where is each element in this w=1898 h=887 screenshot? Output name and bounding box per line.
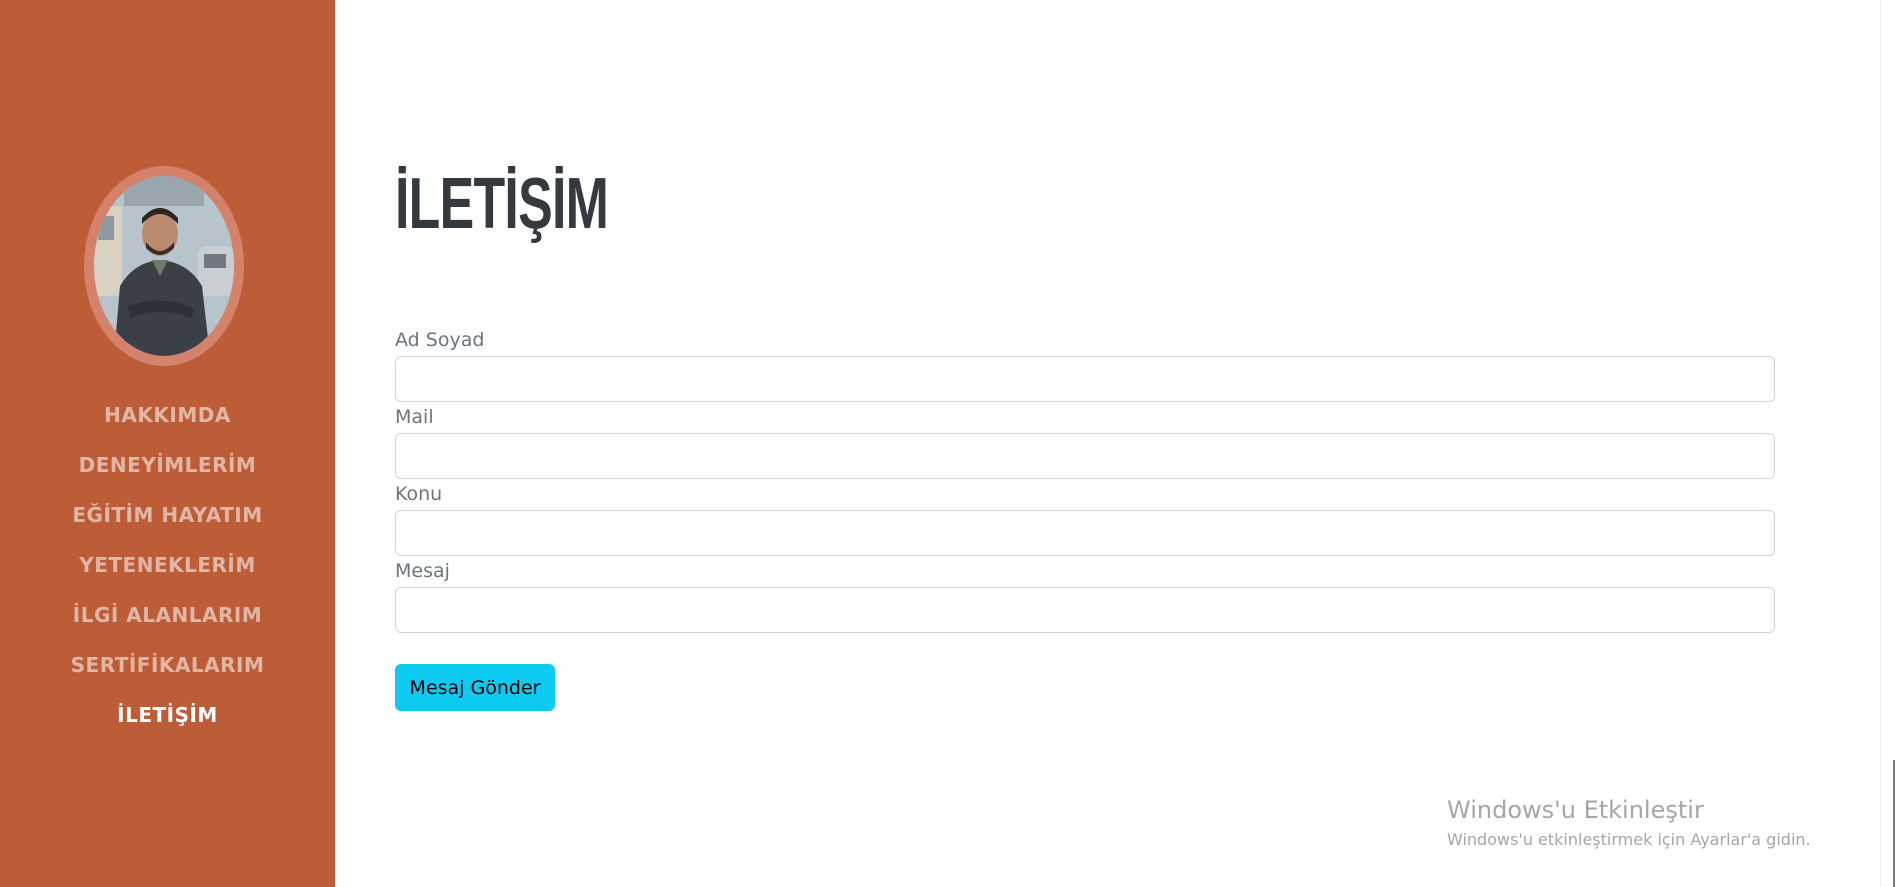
nav-link-ilgi-alanlarim[interactable]: İLGİ ALANLARIM [73, 603, 262, 627]
page-title: İLETİŞİM [395, 164, 609, 244]
name-label: Ad Soyad [395, 329, 485, 351]
send-message-button[interactable]: Mesaj Gönder [395, 664, 555, 711]
profile-photo [94, 176, 234, 356]
nav-link-iletisim[interactable]: İLETİŞİM [117, 703, 218, 727]
subject-label: Konu [395, 483, 443, 505]
nav-link-hakkimda[interactable]: HAKKIMDA [104, 403, 231, 427]
nav-link-egitim-hayatim[interactable]: EĞİTİM HAYATIM [72, 503, 262, 527]
message-field[interactable] [395, 587, 1775, 633]
sidebar: HAKKIMDA DENEYİMLERİM EĞİTİM HAYATIM YET… [0, 0, 335, 887]
windows-activation-watermark: Windows'u Etkinleştir Windows'u etkinleş… [1447, 796, 1811, 849]
name-field[interactable] [395, 356, 1775, 402]
message-label: Mesaj [395, 560, 450, 582]
nav-item-egitim-hayatim: EĞİTİM HAYATIM [0, 490, 335, 540]
mail-label: Mail [395, 406, 434, 428]
nav-link-sertifikalarim[interactable]: SERTİFİKALARIM [71, 653, 265, 677]
watermark-title: Windows'u Etkinleştir [1447, 796, 1704, 824]
nav-link-deneyimlerim[interactable]: DENEYİMLERİM [79, 453, 257, 477]
sidebar-nav: HAKKIMDA DENEYİMLERİM EĞİTİM HAYATIM YET… [0, 390, 335, 740]
nav-link-yeteneklerim[interactable]: YETENEKLERİM [79, 553, 256, 577]
avatar [94, 176, 234, 356]
watermark-subtitle: Windows'u etkinleştirmek için Ayarlar'a … [1447, 830, 1811, 849]
nav-item-ilgi-alanlarim: İLGİ ALANLARIM [0, 590, 335, 640]
nav-item-yeteneklerim: YETENEKLERİM [0, 540, 335, 590]
page-scrollbar[interactable] [1880, 0, 1898, 887]
nav-item-sertifikalarim: SERTİFİKALARIM [0, 640, 335, 690]
subject-field[interactable] [395, 510, 1775, 556]
nav-item-deneyimlerim: DENEYİMLERİM [0, 440, 335, 490]
nav-item-iletisim: İLETİŞİM [0, 690, 335, 740]
main-content: İLETİŞİM Ad Soyad Mail Konu Mesaj Mesaj … [335, 0, 1898, 887]
nav-item-hakkimda: HAKKIMDA [0, 390, 335, 440]
scrollbar-thumb[interactable] [1893, 760, 1895, 887]
avatar-frame [84, 166, 244, 366]
email-field[interactable] [395, 433, 1775, 479]
